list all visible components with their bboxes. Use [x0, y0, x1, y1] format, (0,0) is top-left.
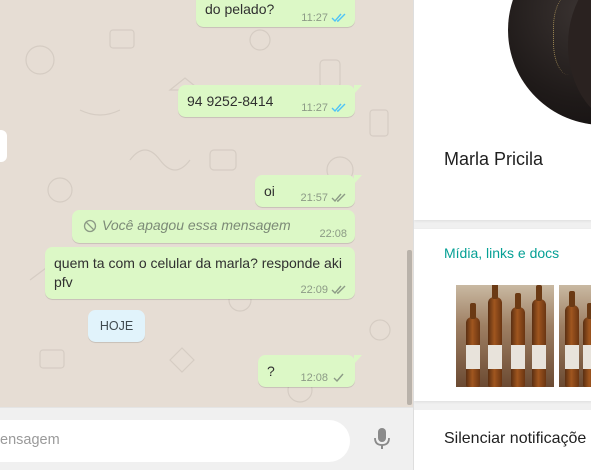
deleted-message-text: Você apagou essa mensagem [83, 216, 291, 235]
bubble-tail [354, 85, 362, 94]
single-check-icon [333, 373, 344, 383]
message-text: do pelado? [205, 1, 275, 17]
message-text: ? [267, 363, 275, 379]
bubble-tail [354, 355, 362, 364]
double-check-icon [331, 193, 346, 203]
message-text: oi [264, 183, 275, 199]
message-time: 21:57 [300, 192, 328, 204]
message-meta: 12:08 [300, 372, 347, 384]
double-check-icon [331, 285, 346, 295]
message-meta: 11:27 [301, 102, 347, 114]
deleted-message-icon [83, 219, 97, 232]
message-bubble[interactable]: oi 21:57 [255, 175, 362, 207]
deleted-message-label: Você apagou essa mensagem [102, 217, 291, 233]
message-time: 11:27 [301, 12, 328, 24]
media-thumbnail[interactable] [559, 285, 591, 387]
message-time: 11:27 [301, 102, 328, 114]
compose-bar: ensagem [0, 407, 413, 470]
message-meta: 11:27 [301, 12, 347, 24]
double-check-icon [331, 103, 346, 113]
message-meta: 22:09 [300, 284, 347, 296]
media-links-docs-link[interactable]: Mídia, links e docs [444, 245, 559, 261]
media-section: Mídia, links e docs [414, 229, 591, 401]
message-bubble[interactable]: 94 9252-8414 11:27 [178, 85, 362, 117]
contact-avatar[interactable] [508, 0, 591, 125]
chat-pane: do pelado? 11:27 94 9252-8414 11:27 oi 2… [0, 0, 413, 470]
message-time: 12:08 [300, 372, 328, 384]
double-check-icon [331, 13, 346, 23]
message-text: 94 9252-8414 [187, 93, 274, 109]
microphone-icon[interactable] [372, 427, 392, 451]
mute-notifications-row[interactable]: Silenciar notificaçõe [414, 410, 591, 470]
incoming-bubble-edge [0, 130, 7, 162]
message-meta: 22:08 [319, 228, 347, 240]
profile-card: Marla Pricila [414, 0, 591, 220]
message-bubble[interactable]: quem ta com o celular da marla? responde… [45, 247, 355, 299]
message-bubble[interactable]: do pelado? 11:27 [196, 0, 355, 27]
day-divider: HOJE [88, 310, 145, 342]
bubble-tail [354, 175, 362, 184]
contact-name: Marla Pricila [444, 149, 544, 169]
message-time: 22:08 [319, 228, 347, 240]
message-meta: 21:57 [300, 192, 347, 204]
avatar-necklace [553, 0, 591, 75]
media-thumbnail[interactable] [456, 285, 554, 387]
contact-info-pane: Marla Pricila Mídia, links e docs Silenc… [413, 0, 591, 470]
message-input-placeholder: ensagem [0, 432, 60, 448]
message-time: 22:09 [300, 284, 328, 296]
mute-notifications-label: Silenciar notificaçõe [444, 430, 587, 447]
deleted-message-bubble[interactable]: Você apagou essa mensagem 22:08 [72, 210, 355, 243]
chat-scrollbar[interactable] [407, 250, 412, 405]
message-input[interactable]: ensagem [0, 420, 350, 462]
message-bubble[interactable]: ? 12:08 [258, 355, 362, 387]
